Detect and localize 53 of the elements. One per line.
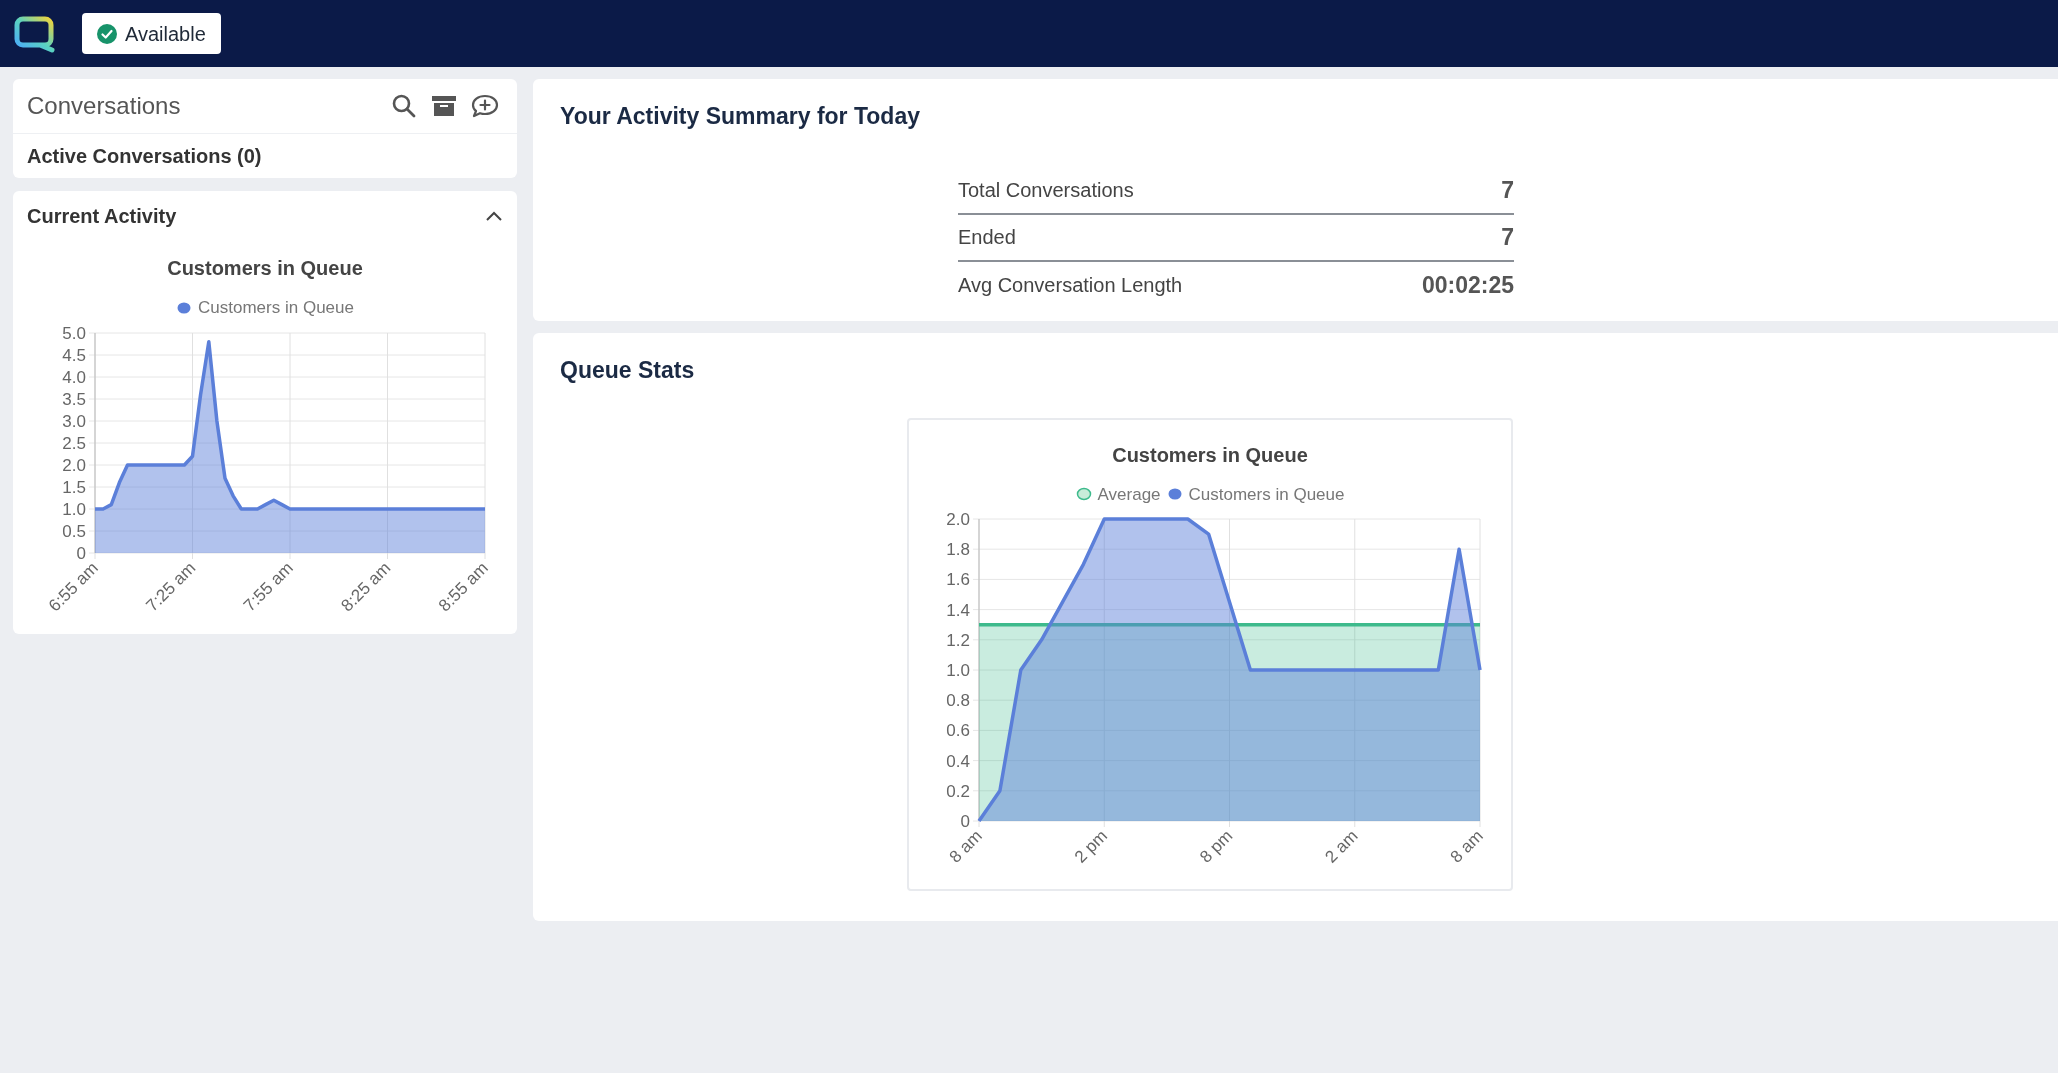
axis-label: 1.8 xyxy=(946,540,970,560)
axis-label: 1.4 xyxy=(946,600,970,620)
legend-marker-icon[interactable] xyxy=(1075,487,1092,502)
search-icon[interactable] xyxy=(391,93,417,119)
axis-label: 0.2 xyxy=(946,781,970,801)
logo-icon xyxy=(14,14,56,53)
new-chat-icon[interactable] xyxy=(471,94,499,118)
stat-value: 7 xyxy=(1501,175,1514,205)
axis-label: 2.0 xyxy=(62,455,86,475)
status-button[interactable]: Available xyxy=(82,13,221,54)
axis-label: 2 pm xyxy=(1070,826,1112,867)
stat-value: 7 xyxy=(1501,222,1514,252)
axis-label: 1.5 xyxy=(62,477,86,497)
check-icon xyxy=(97,23,117,44)
axis-label: 0 xyxy=(76,543,86,563)
axis-label: 8 pm xyxy=(1196,826,1237,867)
axis-label: 0.4 xyxy=(946,751,970,771)
active-conversations-label[interactable]: Active Conversations (0) xyxy=(27,141,262,171)
legend-label: Customers in Queue xyxy=(198,297,354,319)
axis-label: 4.5 xyxy=(62,345,86,365)
axis-label: 1.0 xyxy=(946,661,970,680)
panel-title: Current Activity xyxy=(27,204,177,229)
panel-title: Queue Stats xyxy=(560,356,696,385)
axis-label: 7:55 am xyxy=(239,557,297,615)
axis-label: 3.5 xyxy=(62,389,86,409)
chart-title: Customers in Queue xyxy=(1111,442,1309,468)
stat-label: Ended xyxy=(958,225,1016,250)
axis-label: 1.2 xyxy=(946,630,970,650)
axis-label: 3.0 xyxy=(62,411,86,431)
chevron-up-icon[interactable] xyxy=(485,210,503,222)
panel-title: Conversations xyxy=(27,91,181,121)
stat-label: Avg Conversation Length xyxy=(958,273,1183,298)
axis-label: 7:25 am xyxy=(142,557,200,615)
axis-label: 4.0 xyxy=(62,367,86,387)
axis-label: 0.5 xyxy=(62,521,86,541)
legend-marker-icon[interactable] xyxy=(176,300,193,315)
legend-marker-icon[interactable] xyxy=(1166,487,1183,502)
axis-label: 8 am xyxy=(1446,826,1487,867)
axis-label: 2 am xyxy=(1321,826,1362,867)
axis-label: 0.8 xyxy=(946,691,970,711)
legend-label: Customers in Queue xyxy=(1188,483,1345,506)
axis-label: 2.5 xyxy=(62,433,86,453)
axis-label: 5.0 xyxy=(62,323,86,343)
axis-label: 0.6 xyxy=(946,721,970,741)
legend-label: Average xyxy=(1097,483,1161,506)
axis-label: 1.6 xyxy=(946,570,970,590)
axis-label: 2.0 xyxy=(946,510,970,529)
archive-icon[interactable] xyxy=(431,95,457,117)
stat-value: 00:02:25 xyxy=(1421,270,1514,300)
axis-label: 1.0 xyxy=(62,499,86,519)
chart-title: Customers in Queue xyxy=(166,256,364,281)
stat-label: Total Conversations xyxy=(958,178,1134,203)
panel-title: Your Activity Summary for Today xyxy=(560,102,921,131)
